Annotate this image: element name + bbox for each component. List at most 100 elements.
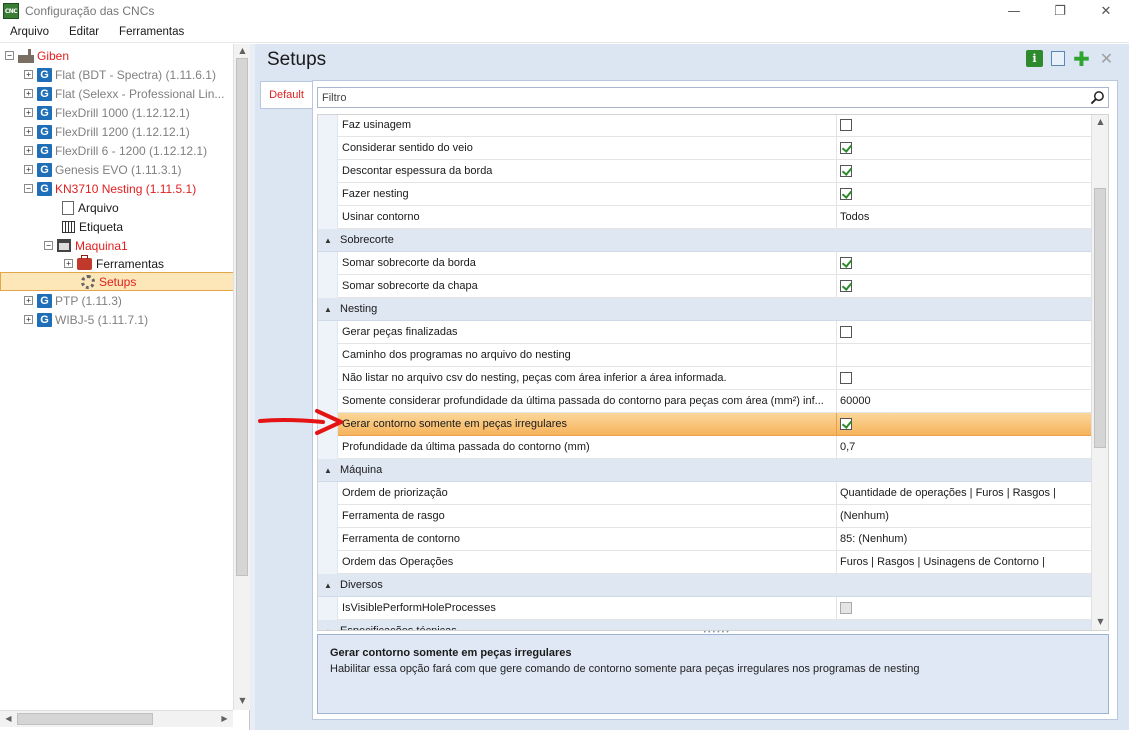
filter-input[interactable] bbox=[318, 88, 1078, 107]
expand-toggle[interactable]: + bbox=[24, 165, 33, 174]
tree-item-machine[interactable]: + G FlexDrill 1200 (1.12.12.1) bbox=[24, 122, 190, 141]
tree-item-maquina1[interactable]: − Maquina1 bbox=[44, 236, 128, 255]
collapse-toggle[interactable]: − bbox=[5, 51, 14, 60]
chevron-up-icon[interactable]: ▲ bbox=[318, 466, 338, 475]
grid-vertical-scrollbar[interactable]: ▲ ▼ bbox=[1091, 115, 1108, 630]
chevron-up-icon[interactable]: ▲ bbox=[318, 627, 338, 631]
tree-item-machine[interactable]: + G FlexDrill 6 - 1200 (1.12.12.1) bbox=[24, 141, 207, 160]
chevron-up-icon[interactable]: ▲ bbox=[318, 236, 338, 245]
property-value[interactable]: (Nenhum) bbox=[837, 505, 1093, 528]
tree-item-setups[interactable]: Setups bbox=[0, 272, 234, 291]
tree-item-ferramentas[interactable]: + Ferramentas bbox=[64, 254, 164, 273]
tree-item-machine[interactable]: + G Genesis EVO (1.11.3.1) bbox=[24, 160, 182, 179]
scroll-thumb[interactable] bbox=[236, 58, 248, 576]
property-value[interactable]: Quantidade de operações | Furos | Rasgos… bbox=[837, 482, 1093, 505]
close-window-button[interactable]: ✕ bbox=[1083, 0, 1129, 22]
tree-item-etiqueta[interactable]: Etiqueta bbox=[62, 217, 123, 236]
chevron-up-icon[interactable]: ▲ bbox=[318, 581, 338, 590]
property-row[interactable]: Profundidade da última passada do contor… bbox=[318, 436, 1093, 459]
expand-toggle[interactable]: + bbox=[24, 296, 33, 305]
property-row[interactable]: Fazer nesting bbox=[318, 183, 1093, 206]
property-row[interactable]: Ordem das Operações Furos | Rasgos | Usin… bbox=[318, 551, 1093, 574]
property-row[interactable]: Somar sobrecorte da borda bbox=[318, 252, 1093, 275]
property-row[interactable]: Ferramenta de contorno 85: (Nenhum) bbox=[318, 528, 1093, 551]
category-row[interactable]: ▲ Máquina bbox=[318, 459, 1093, 482]
property-row[interactable]: Caminho dos programas no arquivo do nest… bbox=[318, 344, 1093, 367]
scroll-down-icon[interactable]: ▼ bbox=[234, 696, 251, 705]
chevron-up-icon[interactable]: ▲ bbox=[318, 305, 338, 314]
close-icon[interactable]: ✕ bbox=[1098, 49, 1115, 68]
property-row[interactable]: Somente considerar profundidade da últim… bbox=[318, 390, 1093, 413]
property-checkbox[interactable] bbox=[840, 418, 852, 430]
property-checkbox[interactable] bbox=[840, 165, 852, 177]
tab-default[interactable]: Default bbox=[260, 81, 312, 109]
row-gutter bbox=[318, 344, 338, 367]
property-row[interactable]: Faz usinagem bbox=[318, 115, 1093, 137]
category-label: Sobrecorte bbox=[340, 234, 394, 246]
property-row[interactable]: Ferramenta de rasgo (Nenhum) bbox=[318, 505, 1093, 528]
minimize-button[interactable]: — bbox=[991, 0, 1037, 22]
expand-toggle[interactable]: + bbox=[24, 89, 33, 98]
scroll-left-icon[interactable]: ◀ bbox=[0, 714, 17, 723]
property-value[interactable]: Todos bbox=[837, 206, 1093, 229]
property-checkbox[interactable] bbox=[840, 257, 852, 269]
scroll-up-icon[interactable]: ▲ bbox=[234, 46, 251, 55]
scroll-thumb[interactable] bbox=[17, 713, 153, 725]
property-row[interactable]: Usinar contorno Todos bbox=[318, 206, 1093, 229]
property-value[interactable]: 0,7 bbox=[837, 436, 1093, 459]
property-row[interactable]: Somar sobrecorte da chapa bbox=[318, 275, 1093, 298]
collapse-toggle[interactable]: − bbox=[44, 241, 53, 250]
expand-toggle[interactable]: + bbox=[24, 70, 33, 79]
category-row[interactable]: ▲ Nesting bbox=[318, 298, 1093, 321]
menu-editar[interactable]: Editar bbox=[59, 26, 109, 38]
copy-icon[interactable] bbox=[1051, 51, 1065, 66]
tree-item-machine[interactable]: + G PTP (1.11.3) bbox=[24, 291, 122, 310]
property-checkbox[interactable] bbox=[840, 142, 852, 154]
property-row[interactable]: Descontar espessura da borda bbox=[318, 160, 1093, 183]
scroll-thumb[interactable] bbox=[1094, 188, 1106, 448]
property-checkbox[interactable] bbox=[840, 326, 852, 338]
tree-item-machine[interactable]: + G Flat (Selexx - Professional Lin... bbox=[24, 84, 224, 103]
property-value[interactable] bbox=[837, 344, 1093, 367]
expand-toggle[interactable]: + bbox=[24, 108, 33, 117]
property-checkbox[interactable] bbox=[840, 119, 852, 131]
property-value[interactable]: 60000 bbox=[837, 390, 1093, 413]
tree-vertical-scrollbar[interactable]: ▲ ▼ bbox=[233, 44, 250, 710]
category-row[interactable]: ▲ Sobrecorte bbox=[318, 229, 1093, 252]
property-checkbox[interactable] bbox=[840, 188, 852, 200]
info-icon[interactable]: i bbox=[1026, 50, 1043, 67]
property-row[interactable]: Não listar no arquivo csv do nesting, pe… bbox=[318, 367, 1093, 390]
expand-toggle[interactable]: + bbox=[64, 259, 73, 268]
scroll-down-icon[interactable]: ▼ bbox=[1092, 617, 1108, 626]
property-row[interactable]: Considerar sentido do veio bbox=[318, 137, 1093, 160]
property-row[interactable]: IsVisiblePerformHoleProcesses bbox=[318, 597, 1093, 620]
tree-item-giben[interactable]: − Giben bbox=[5, 46, 69, 65]
scroll-right-icon[interactable]: ▶ bbox=[216, 714, 233, 723]
property-row[interactable]: Ordem de priorização Quantidade de operaç… bbox=[318, 482, 1093, 505]
tree-item-arquivo[interactable]: Arquivo bbox=[62, 198, 119, 217]
search-icon[interactable] bbox=[1090, 90, 1105, 105]
tree-item-kn3710[interactable]: − G KN3710 Nesting (1.11.5.1) bbox=[24, 179, 196, 198]
maximize-button[interactable]: ❐ bbox=[1037, 0, 1083, 22]
menu-arquivo[interactable]: Arquivo bbox=[0, 26, 59, 38]
collapse-toggle[interactable]: − bbox=[24, 184, 33, 193]
property-checkbox[interactable] bbox=[840, 372, 852, 384]
category-row[interactable]: ▲ Diversos bbox=[318, 574, 1093, 597]
expand-toggle[interactable]: + bbox=[24, 315, 33, 324]
expand-toggle[interactable]: + bbox=[24, 146, 33, 155]
tree-horizontal-scrollbar[interactable]: ◀ ▶ bbox=[0, 710, 233, 727]
tree-item-machine[interactable]: + G Flat (BDT - Spectra) (1.11.6.1) bbox=[24, 65, 216, 84]
expand-toggle[interactable]: + bbox=[24, 127, 33, 136]
factory-icon bbox=[18, 48, 34, 63]
menu-ferramentas[interactable]: Ferramentas bbox=[109, 26, 194, 38]
property-row[interactable]: Gerar peças finalizadas bbox=[318, 321, 1093, 344]
add-icon[interactable]: ✚ bbox=[1073, 47, 1090, 71]
tree-item-machine[interactable]: + G WIBJ-5 (1.11.7.1) bbox=[24, 310, 148, 329]
property-row[interactable]: Gerar contorno somente em peças irregula… bbox=[318, 413, 1093, 436]
tree-item-machine[interactable]: + G FlexDrill 1000 (1.12.12.1) bbox=[24, 103, 190, 122]
property-checkbox[interactable] bbox=[840, 280, 852, 292]
property-value[interactable]: 85: (Nenhum) bbox=[837, 528, 1093, 551]
scroll-up-icon[interactable]: ▲ bbox=[1092, 117, 1108, 126]
property-value[interactable]: Furos | Rasgos | Usinagens de Contorno | bbox=[837, 551, 1093, 574]
resize-grip-icon[interactable]: •••••• bbox=[703, 629, 730, 636]
